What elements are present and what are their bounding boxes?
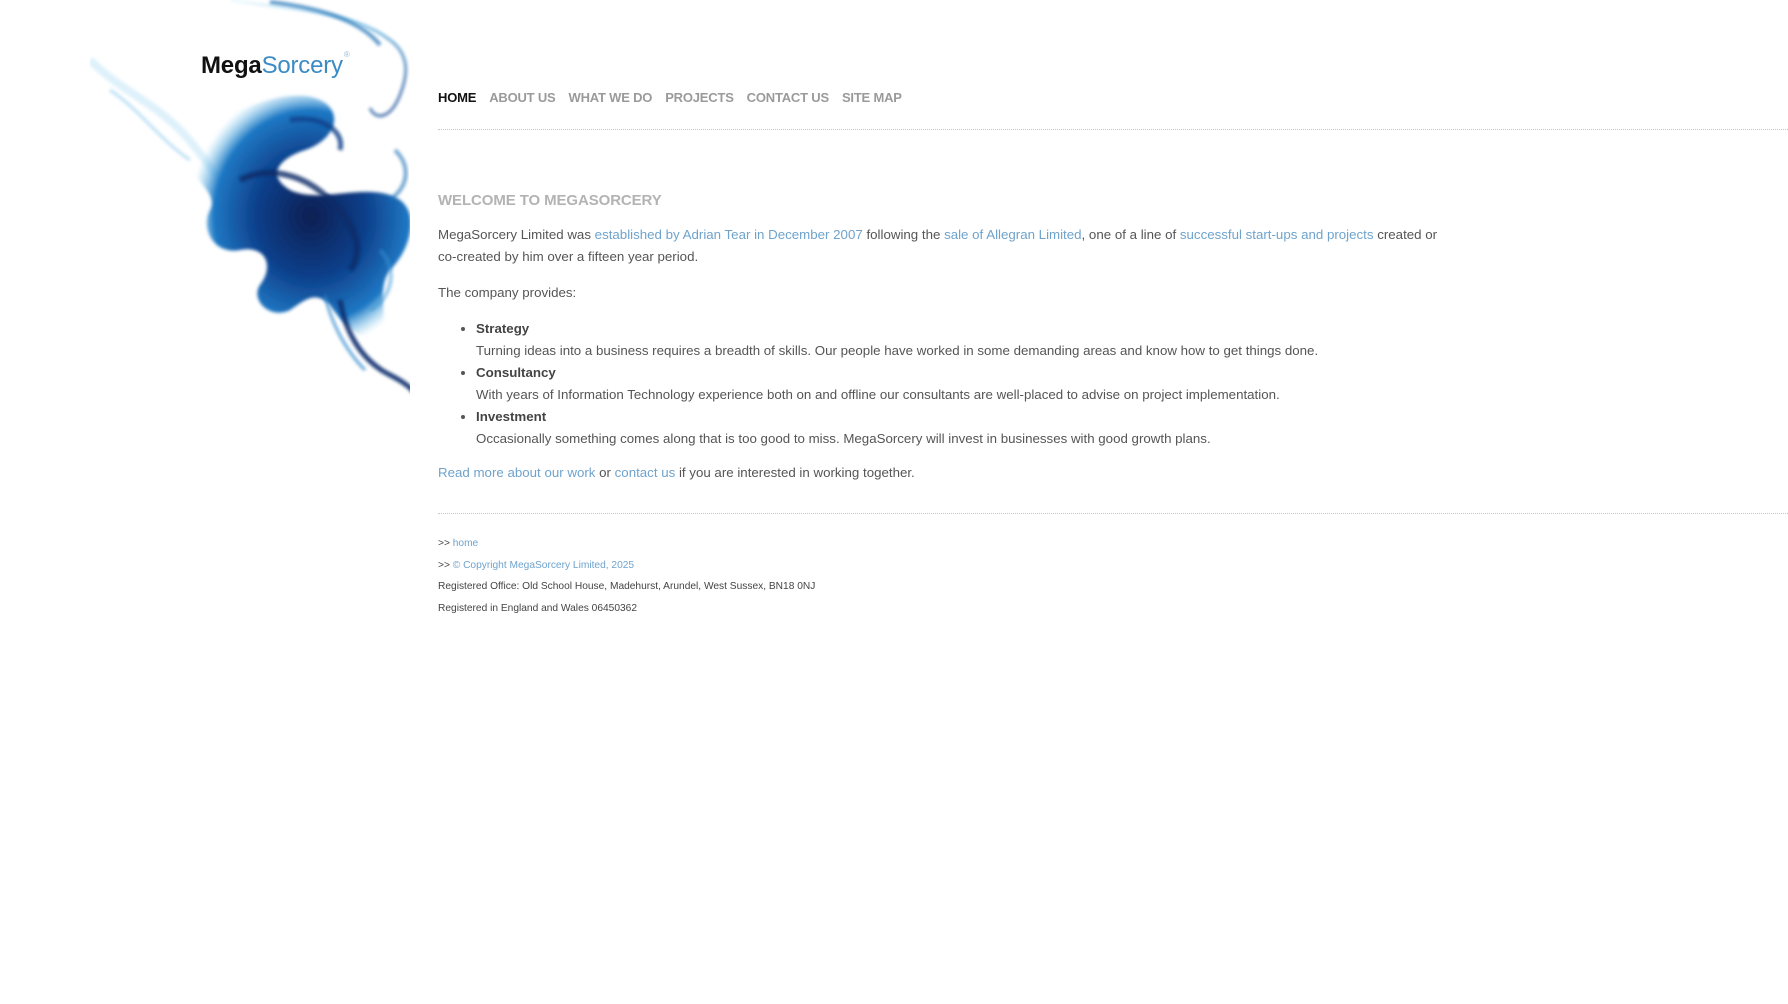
footer-prefix: >> — [438, 538, 453, 549]
site-logo[interactable]: MegaSorcery® — [201, 50, 350, 80]
service-item-consultancy: Consultancy With years of Information Te… — [476, 362, 1438, 406]
nav-item-what-we-do[interactable]: WHAT WE DO — [569, 90, 653, 105]
logo-text-light: Sorcery — [261, 52, 343, 79]
allegran-sale-link[interactable]: sale of Allegran Limited — [944, 227, 1081, 242]
nav-item-contact-us[interactable]: CONTACT US — [747, 90, 829, 105]
registration-number: Registered in England and Wales 06450362 — [438, 602, 637, 614]
service-name: Consultancy — [476, 365, 556, 380]
footer-prefix: >> — [438, 559, 453, 571]
intro-text-2: following the — [862, 227, 945, 242]
provides-text: The company provides: — [438, 285, 577, 300]
logo-text-bold: Mega — [201, 52, 262, 79]
footer-copyright-link[interactable]: © Copyright MegaSorcery Limited, 2025 — [453, 560, 634, 571]
nav-item-home[interactable]: HOME — [438, 90, 476, 105]
service-name: Investment — [476, 409, 547, 424]
footer-home-link[interactable]: home — [453, 538, 478, 549]
established-link[interactable]: established by Adrian Tear in December 2… — [595, 227, 863, 242]
nav-item-about-us[interactable]: ABOUT US — [489, 90, 555, 105]
page-title: WELCOME TO MEGASORCERY — [438, 192, 662, 209]
service-description: Occasionally something comes along that … — [476, 431, 1211, 446]
footer-divider — [438, 513, 1788, 514]
cta-text-1: or — [595, 465, 615, 480]
registered-office: Registered Office: Old School House, Mad… — [438, 581, 816, 592]
service-name: Strategy — [476, 321, 530, 336]
contact-us-link[interactable]: contact us — [615, 465, 676, 480]
service-item-strategy: Strategy Turning ideas into a business r… — [476, 318, 1438, 362]
header-divider — [438, 129, 1788, 130]
service-description: Turning ideas into a business requires a… — [476, 343, 1319, 358]
startups-projects-link[interactable]: successful start-ups and projects — [1180, 227, 1374, 242]
services-list: Strategy Turning ideas into a business r… — [438, 318, 1438, 450]
nav-item-projects[interactable]: PROJECTS — [665, 90, 734, 105]
nav-item-site-map[interactable]: SITE MAP — [842, 90, 902, 105]
service-description: With years of Information Technology exp… — [476, 387, 1280, 402]
footer-home-row: >> home — [438, 533, 815, 555]
main-content: WELCOME TO MEGASORCERY MegaSorcery Limit… — [438, 190, 1438, 484]
intro-text-1: MegaSorcery Limited was — [438, 227, 595, 242]
service-item-investment: Investment Occasionally something comes … — [476, 406, 1438, 450]
intro-paragraph: MegaSorcery Limited was established by A… — [438, 224, 1438, 268]
main-nav: HOME ABOUT US WHAT WE DO PROJECTS CONTAC… — [438, 90, 902, 105]
cta-text-2: if you are interested in working togethe… — [675, 465, 915, 480]
footer-copyright-row: >> © Copyright MegaSorcery Limited, 2025 — [438, 555, 815, 577]
read-more-link[interactable]: Read more about our work — [438, 465, 595, 480]
call-to-action: Read more about our work or contact us i… — [438, 462, 1438, 484]
intro-text-3: , one of a line of — [1081, 227, 1180, 242]
registered-mark: ® — [343, 50, 350, 59]
footer: >> home >> © Copyright MegaSorcery Limit… — [438, 533, 815, 619]
